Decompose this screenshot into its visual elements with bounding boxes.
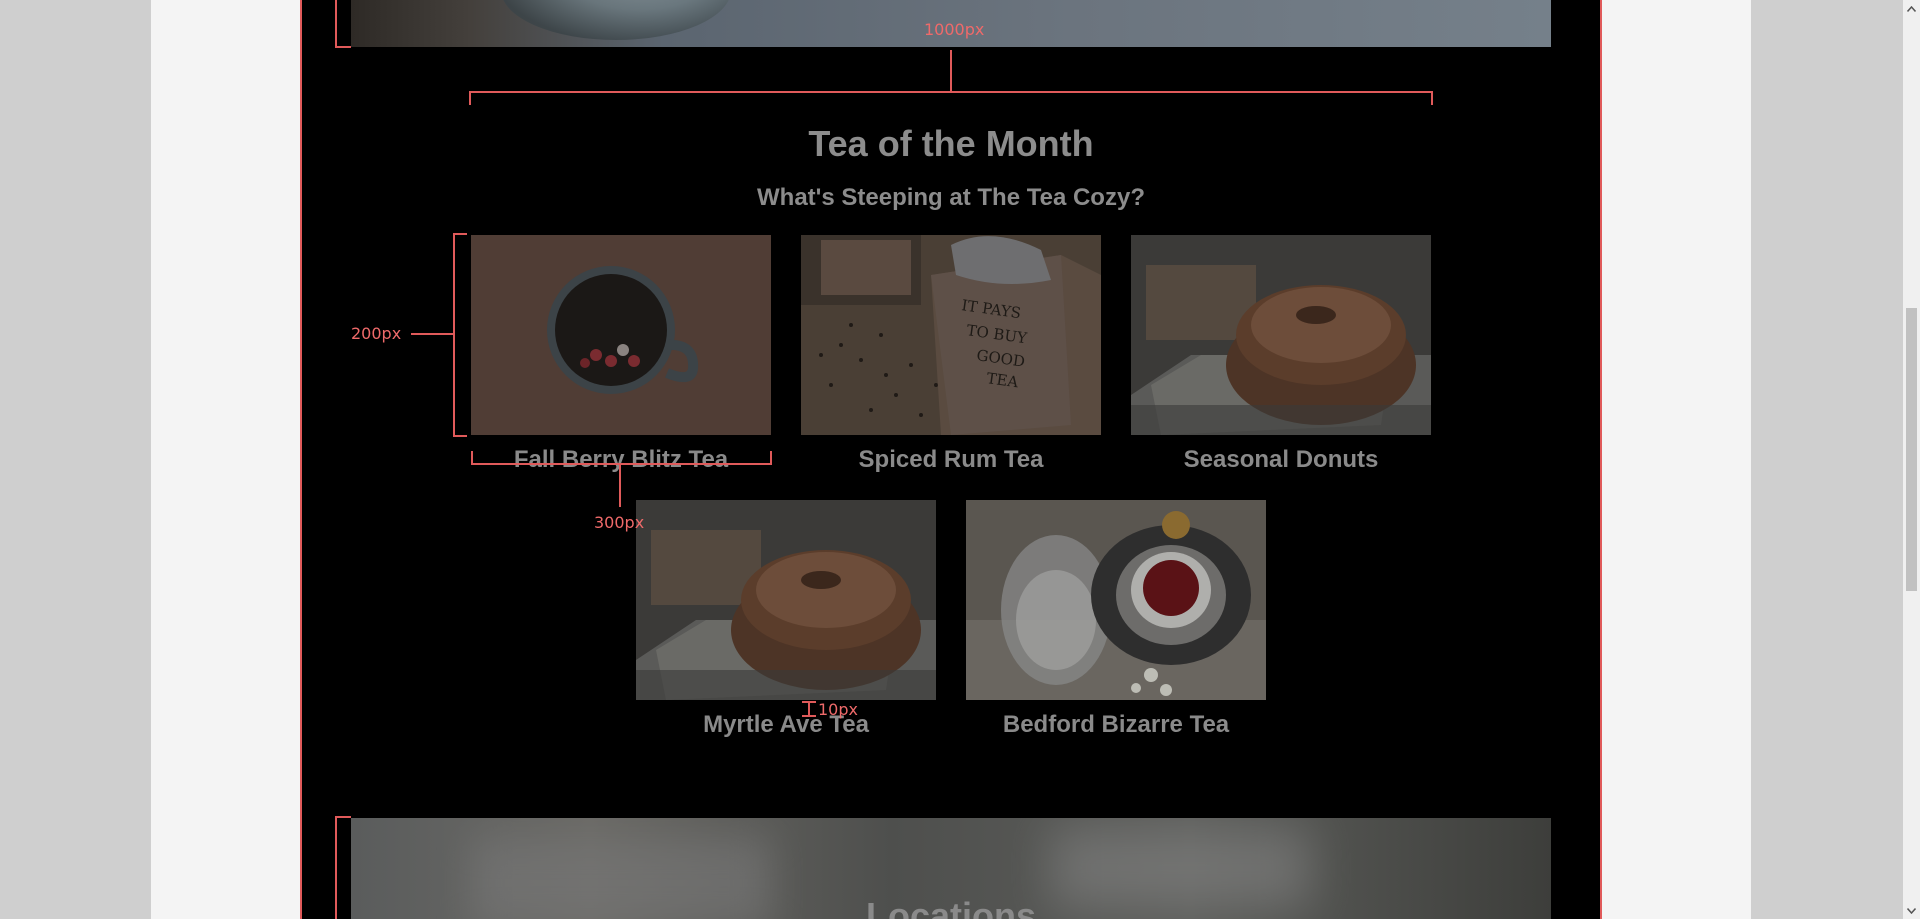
guide-banner-bracket-foot xyxy=(335,46,351,48)
guide-width-label: 1000px xyxy=(924,20,985,39)
guide-item-width-left-tick xyxy=(471,451,473,465)
guide-page-right-line xyxy=(1600,0,1602,919)
tea-item-caption: Seasonal Donuts xyxy=(1183,446,1379,473)
vertical-scrollbar[interactable] xyxy=(1903,0,1920,919)
tea-item-myrtle-ave[interactable]: Myrtle Ave Tea xyxy=(636,500,936,756)
tea-item-bedford-bizarre[interactable]: Bedford Bizarre Tea xyxy=(966,500,1266,756)
guide-width-bar xyxy=(469,91,1433,93)
tea-item-seasonal-donuts[interactable]: Seasonal Donuts xyxy=(1131,235,1431,491)
guide-height-stem xyxy=(411,333,453,335)
guide-page-left-line xyxy=(300,0,302,919)
guide-height-bar xyxy=(453,233,455,437)
guide-height-top-tick xyxy=(453,233,467,235)
donut-image xyxy=(1131,235,1431,435)
guide-item-width-label: 300px xyxy=(594,513,645,532)
scroll-up-arrow-icon[interactable] xyxy=(1903,0,1920,17)
glass-cup-image xyxy=(501,0,731,40)
locations-title: Locations xyxy=(865,895,1036,919)
locations-banner-image: Locations xyxy=(351,818,1551,919)
guide-width-bar-left-tick xyxy=(469,91,471,105)
tea-item-caption: Myrtle Ave Tea xyxy=(703,711,869,738)
browser-viewport: 1000px Tea of the Month What's Steeping … xyxy=(0,0,1903,919)
tea-item-spiced-rum[interactable]: IT PAYS TO BUY GOOD TEA Spiced Rum Tea xyxy=(801,235,1101,491)
guide-width-stem xyxy=(950,50,952,92)
scrollbar-thumb[interactable] xyxy=(1906,308,1917,591)
scroll-down-arrow-icon[interactable] xyxy=(1903,902,1920,919)
tea-item-fall-berry[interactable]: Fall Berry Blitz Tea xyxy=(471,235,771,491)
guide-gap-label: 10px xyxy=(818,700,858,719)
tea-box-image: IT PAYS TO BUY GOOD TEA xyxy=(801,235,1101,435)
section-subtitle: What's Steeping at The Tea Cozy? xyxy=(757,184,1145,211)
guide-width-bar-right-tick xyxy=(1431,91,1433,105)
donut-image xyxy=(636,500,936,700)
locations-banner-blur-shape xyxy=(1051,828,1311,908)
guide-height-label: 200px xyxy=(351,324,402,343)
guide-item-width-right-tick xyxy=(770,451,772,465)
guide-banner-bracket xyxy=(335,0,337,47)
guide-item-width-bar xyxy=(471,463,772,465)
tea-cup-jar-image xyxy=(966,500,1266,700)
guide-locations-bracket xyxy=(335,816,337,919)
guide-item-width-stem xyxy=(619,465,621,507)
tea-item-caption: Fall Berry Blitz Tea xyxy=(513,446,729,473)
tea-item-caption: Bedford Bizarre Tea xyxy=(1002,711,1230,738)
tea-item-caption: Spiced Rum Tea xyxy=(858,446,1044,473)
guide-gap-top-tick xyxy=(802,701,816,703)
berry-tea-mug-image xyxy=(471,235,771,435)
guide-height-bottom-tick xyxy=(453,435,467,437)
guide-locations-bracket-top xyxy=(335,816,351,818)
section-title: Tea of the Month xyxy=(808,123,1094,164)
guide-gap-bottom-tick xyxy=(802,715,816,717)
